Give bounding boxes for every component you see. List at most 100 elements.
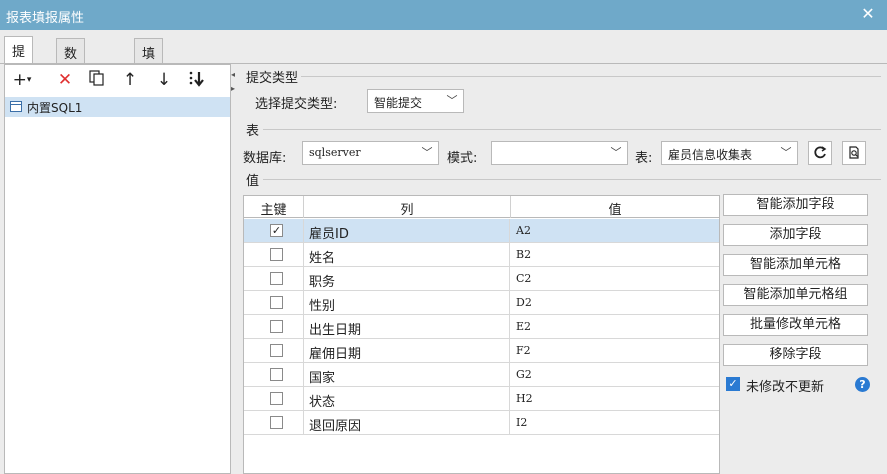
table-label: 表: (635, 151, 653, 166)
expand-right-icon[interactable]: ▸ (231, 84, 235, 93)
mode-label: 模式: (447, 151, 478, 166)
add-field-button[interactable]: 添加字段 (723, 224, 868, 246)
help-icon[interactable]: ? (855, 377, 870, 392)
value-cell[interactable]: B2 (516, 248, 531, 261)
table-row[interactable]: 国家 G2 (244, 363, 719, 387)
cell-divider (509, 219, 510, 243)
table-icon (10, 101, 22, 112)
table-row[interactable]: 职务 C2 (244, 267, 719, 291)
cell-divider (303, 267, 304, 291)
list-toolbar: +▾ ✕ ↑ ↓ (5, 65, 230, 95)
column-cell: 出生日期 (309, 323, 362, 338)
column-cell: 退回原因 (309, 419, 362, 434)
value-cell[interactable]: H2 (516, 392, 533, 405)
smart-add-field-button[interactable]: 智能添加字段 (723, 194, 868, 216)
cell-divider (303, 387, 304, 411)
value-cell[interactable]: D2 (516, 296, 532, 309)
column-cell: 国家 (309, 371, 336, 386)
primary-key-checkbox[interactable] (270, 248, 283, 261)
submit-type-label: 选择提交类型: (255, 97, 338, 112)
table-row[interactable]: 雇佣日期 F2 (244, 339, 719, 363)
list-item-builtin-sql1[interactable]: 内置SQL1 (5, 97, 230, 117)
window-title: 报表填报属性 (6, 11, 85, 26)
value-cell[interactable]: A2 (516, 224, 531, 237)
collapse-left-icon[interactable]: ◂ (231, 70, 235, 79)
submit-type-value: 智能提交 (374, 96, 423, 110)
database-select[interactable]: sqlserver ﹀ (302, 141, 439, 165)
batch-modify-cell-button[interactable]: 批量修改单元格 (723, 314, 868, 336)
title-bar: 报表填报属性 ✕ (0, 0, 887, 30)
tab-submit[interactable]: 提交 (4, 36, 34, 79)
table-row[interactable]: 状态 H2 (244, 387, 719, 411)
table-row[interactable]: 退回原因 I2 (244, 411, 719, 435)
value-cell[interactable]: I2 (516, 416, 527, 429)
value-cell[interactable]: G2 (516, 368, 532, 381)
chevron-down-icon: ﹀ (780, 146, 792, 159)
table-row[interactable]: 出生日期 E2 (244, 315, 719, 339)
primary-key-checkbox[interactable] (270, 368, 283, 381)
primary-key-checkbox[interactable] (270, 272, 283, 285)
sort-icon[interactable] (185, 70, 207, 90)
submit-type-group-label: 提交类型 (246, 71, 299, 86)
cell-divider (303, 339, 304, 363)
add-icon[interactable]: +▾ (11, 70, 33, 90)
primary-key-checkbox[interactable] (270, 392, 283, 405)
move-up-icon[interactable]: ↑ (121, 70, 139, 90)
column-cell: 职务 (309, 275, 336, 290)
cell-divider (509, 315, 510, 339)
chevron-down-icon: ﹀ (446, 94, 458, 107)
submit-list-panel: +▾ ✕ ↑ ↓ 内置SQL1 (4, 64, 231, 474)
database-value: sqlserver (309, 146, 361, 159)
table-row[interactable]: ✓ 雇员ID A2 (244, 219, 719, 243)
primary-key-checkbox[interactable] (270, 416, 283, 429)
remove-field-button[interactable]: 移除字段 (723, 344, 868, 366)
refresh-icon[interactable] (808, 141, 832, 165)
tab-shortcut-settings[interactable]: 填报快捷键设置 (134, 38, 164, 176)
cell-divider (509, 243, 510, 267)
group-divider (263, 129, 881, 130)
smart-add-cell-button[interactable]: 智能添加单元格 (723, 254, 868, 276)
table-header: 主键 列 值 (244, 196, 719, 218)
no-update-unmodified-label: 未修改不更新 (746, 380, 825, 395)
move-down-icon[interactable]: ↓ (155, 70, 173, 90)
delete-icon[interactable]: ✕ (55, 70, 75, 90)
cell-divider (303, 219, 304, 243)
column-cell: 状态 (309, 395, 336, 410)
close-icon[interactable]: ✕ (859, 5, 877, 23)
chevron-down-icon: ﹀ (421, 146, 433, 159)
submit-type-select[interactable]: 智能提交 ﹀ (367, 89, 464, 113)
primary-key-checkbox[interactable] (270, 296, 283, 309)
column-cell: 姓名 (309, 251, 336, 266)
primary-key-checkbox[interactable]: ✓ (270, 224, 283, 237)
cell-divider (303, 411, 304, 435)
cell-divider (509, 267, 510, 291)
value-cell[interactable]: E2 (516, 320, 531, 333)
group-divider (263, 179, 881, 180)
cell-divider (303, 243, 304, 267)
database-label: 数据库: (243, 151, 287, 166)
header-key: 主键 (260, 203, 287, 218)
column-cell: 雇员ID (309, 227, 349, 242)
table-row[interactable]: 性别 D2 (244, 291, 719, 315)
smart-add-cell-group-button[interactable]: 智能添加单元格组 (723, 284, 868, 306)
header-column: 列 (400, 203, 414, 218)
table-value: 雇员信息收集表 (668, 148, 753, 162)
no-update-unmodified-checkbox[interactable]: ✓ (726, 377, 740, 391)
copy-icon[interactable] (87, 70, 107, 90)
mode-select[interactable]: ﹀ (491, 141, 628, 165)
value-cell[interactable]: F2 (516, 344, 531, 357)
primary-key-checkbox[interactable] (270, 320, 283, 333)
preview-icon[interactable] (842, 141, 866, 165)
cell-divider (303, 291, 304, 315)
header-value: 值 (608, 203, 622, 218)
cell-divider (509, 411, 510, 435)
table-row[interactable]: 姓名 B2 (244, 243, 719, 267)
primary-key-checkbox[interactable] (270, 344, 283, 357)
table-select[interactable]: 雇员信息收集表 ﹀ (661, 141, 798, 165)
value-cell[interactable]: C2 (516, 272, 531, 285)
column-cell: 雇佣日期 (309, 347, 362, 362)
tab-data-validation[interactable]: 数据校验 (56, 38, 86, 119)
column-cell: 性别 (309, 299, 336, 314)
cell-divider (509, 339, 510, 363)
group-divider (301, 76, 881, 77)
